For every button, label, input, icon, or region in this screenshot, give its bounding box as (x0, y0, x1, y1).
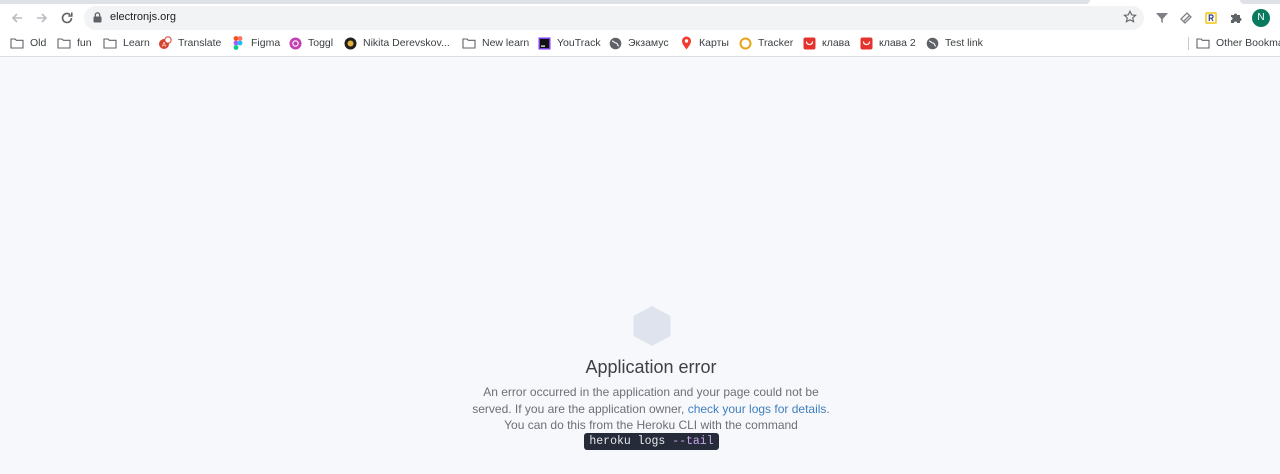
reload-button[interactable] (56, 7, 78, 29)
bookmark-label: Learn (123, 37, 150, 49)
address-bar[interactable]: electronjs.org (84, 6, 1144, 30)
extensions-button[interactable] (1227, 9, 1245, 27)
youtrack-icon (537, 36, 551, 50)
browser-toolbar: electronjs.org N (0, 5, 1280, 31)
check-logs-link[interactable]: check your logs for details (688, 402, 827, 416)
heroku-command-main: heroku logs (589, 435, 673, 448)
map-pin-icon (679, 36, 693, 50)
bookmark-karty[interactable]: Карты (679, 33, 729, 53)
bookmark-nikita[interactable]: Nikita Derevskov... (343, 33, 450, 53)
shop-bag-icon (802, 36, 816, 50)
bookmark-label: Translate (178, 37, 222, 49)
extension-r-button[interactable] (1202, 9, 1220, 27)
page-content: Application error An error occurred in t… (0, 58, 1280, 474)
globe-icon (608, 36, 622, 50)
folder-icon (462, 36, 476, 50)
puzzle-piece-icon (1231, 13, 1242, 23)
extension-layers-button[interactable] (1177, 9, 1195, 27)
bookmark-label: Tracker (758, 37, 794, 49)
error-message-line-3: You can do this from the Heroku CLI with… (504, 418, 798, 432)
bookmark-label: Экзамус (628, 37, 669, 49)
extension-filter-button[interactable] (1153, 9, 1171, 27)
bookmark-label: Test link (945, 37, 983, 49)
r-badge-icon (1205, 12, 1217, 24)
bookmark-youtrack[interactable]: YouTrack (537, 33, 601, 53)
bookmark-translate[interactable]: A Translate (158, 33, 221, 53)
bookmark-ekzamus[interactable]: Экзамус (608, 33, 669, 53)
back-arrow-icon (11, 13, 22, 23)
bookmark-label: Карты (699, 37, 729, 49)
tab-strip-right (1240, 0, 1280, 4)
bookmark-label: клава (822, 37, 850, 49)
figma-icon (231, 36, 245, 50)
tab-strip (0, 0, 1090, 4)
error-message-line-2-end: . (826, 401, 830, 416)
shop-bag-icon (859, 36, 873, 50)
folder-icon (1196, 36, 1210, 50)
bookmark-label: New learn (482, 37, 530, 49)
bookmarks-bar: Old fun Learn A Translate Figma Toggl Ni… (0, 33, 1280, 53)
profile-avatar-button[interactable]: N (1252, 9, 1270, 27)
bookmark-klava-2[interactable]: клава 2 (859, 33, 916, 53)
error-title: Application error (585, 357, 717, 377)
bookmark-label: Toggl (308, 37, 334, 49)
globe-icon (925, 36, 939, 50)
bookmark-other-bookmarks[interactable]: Other Bookmarks (1196, 33, 1280, 53)
bookmark-old[interactable]: Old (10, 33, 46, 53)
toggl-icon (288, 36, 302, 50)
heroku-command: heroku logs --tail (584, 433, 719, 450)
error-message-line-2: served. If you are the application owner… (440, 401, 862, 418)
bookmark-klava[interactable]: клава (802, 33, 850, 53)
back-button[interactable] (6, 7, 28, 29)
hexagon-icon (633, 306, 671, 346)
bookmark-toggl[interactable]: Toggl (288, 33, 333, 53)
lock-icon (93, 12, 102, 23)
forward-button[interactable] (31, 7, 53, 29)
bookmark-figma[interactable]: Figma (231, 33, 280, 53)
ring-icon (738, 36, 752, 50)
reload-icon (61, 12, 73, 24)
bookmark-star-icon[interactable] (1123, 10, 1137, 24)
error-message-line-1: An error occurred in the application and… (483, 385, 819, 399)
error-message-line-2-text: served. If you are the application owner… (472, 401, 688, 416)
bookmark-label: клава 2 (879, 37, 916, 49)
bookmark-label: Figma (251, 37, 281, 49)
bookmark-test-link[interactable]: Test link (925, 33, 983, 53)
bookmark-fun[interactable]: fun (57, 33, 92, 53)
bookmark-label: Other Bookmarks (1216, 37, 1280, 49)
bookmark-learn[interactable]: Learn (103, 33, 150, 53)
heroku-command-flag: --tail (672, 435, 714, 448)
address-url: electronjs.org (110, 11, 177, 23)
bookmarks-divider (1188, 37, 1189, 50)
layers-stack-icon (1180, 12, 1192, 24)
folder-icon (57, 36, 71, 50)
bookmark-tracker[interactable]: Tracker (738, 33, 793, 53)
bookmark-new-learn[interactable]: New learn (462, 33, 529, 53)
bookmark-label: YouTrack (557, 37, 601, 49)
forward-arrow-icon (37, 13, 48, 23)
avatar-icon (343, 36, 357, 50)
translate-icon: A (158, 36, 172, 50)
browser-chrome: electronjs.org N Old fun Learn A Transla… (0, 0, 1280, 57)
error-message: An error occurred in the application and… (440, 384, 862, 434)
folder-icon (10, 36, 24, 50)
bookmark-label: Nikita Derevskov... (363, 37, 450, 49)
folder-icon (103, 36, 117, 50)
bookmark-label: Old (30, 37, 47, 49)
filter-funnel-icon (1156, 13, 1168, 23)
bookmark-label: fun (77, 37, 92, 49)
